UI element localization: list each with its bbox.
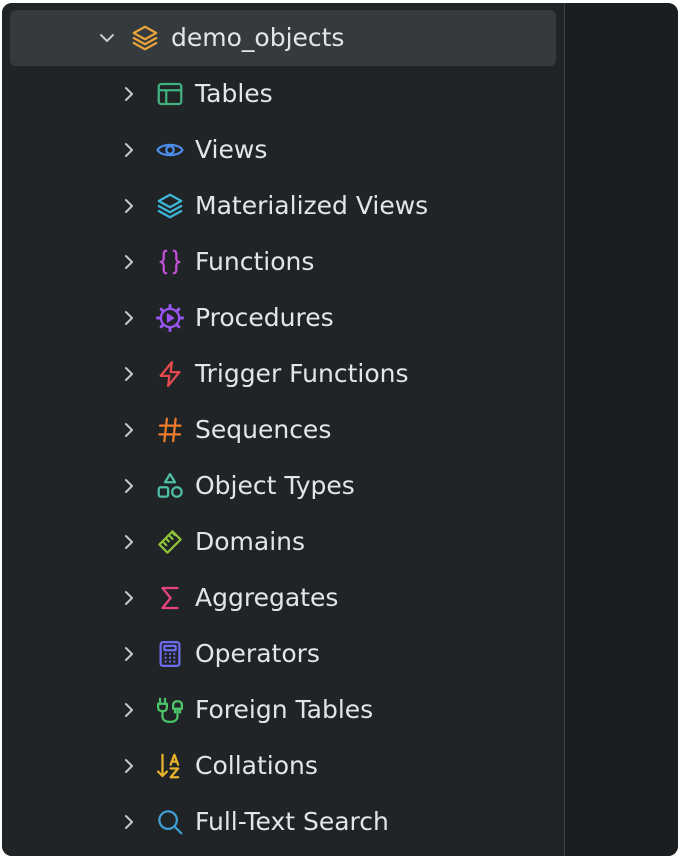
content-pane: [565, 3, 678, 856]
table-icon: [157, 82, 183, 106]
eye-icon: [156, 143, 184, 157]
tree-node-label: Functions: [195, 247, 315, 276]
braces-icon: [159, 249, 181, 275]
sort-az-icon: [157, 753, 180, 779]
chevron-right-icon[interactable]: [120, 477, 138, 495]
chevron-right-icon[interactable]: [120, 645, 138, 663]
tree-node-label: Operators: [195, 639, 320, 668]
tree-node-label: Foreign Tables: [195, 695, 374, 724]
chevron-down-icon[interactable]: [98, 29, 116, 47]
chevron-right-icon[interactable]: [120, 589, 138, 607]
tree-node-procedures[interactable]: Procedures: [2, 290, 558, 346]
calculator-icon: [159, 641, 181, 667]
tree-node-label: Procedures: [195, 303, 334, 332]
sigma-icon: [161, 586, 179, 610]
ruler-icon: [158, 530, 182, 554]
tree-node-aggregates[interactable]: Aggregates: [2, 570, 558, 626]
plug-icon: [157, 697, 183, 723]
tree-node-trigger-functions[interactable]: Trigger Functions: [2, 346, 558, 402]
chevron-right-icon[interactable]: [120, 197, 138, 215]
chevron-right-icon[interactable]: [120, 701, 138, 719]
search-icon: [158, 810, 183, 835]
chevron-right-icon[interactable]: [120, 421, 138, 439]
tree-node-label: Object Types: [195, 471, 355, 500]
tree-node-label: Aggregates: [195, 583, 339, 612]
tree-node-label: Sequences: [195, 415, 332, 444]
chevron-right-icon[interactable]: [120, 813, 138, 831]
chevron-right-icon[interactable]: [120, 141, 138, 159]
tree-node-label: Views: [195, 135, 268, 164]
tree-node-functions[interactable]: Functions: [2, 234, 558, 290]
tree-node-demo-objects[interactable]: demo_objects: [10, 10, 556, 66]
chevron-right-icon[interactable]: [120, 365, 138, 383]
tree-node-label: Domains: [195, 527, 306, 556]
chevron-right-icon[interactable]: [120, 757, 138, 775]
stack-icon: [157, 193, 183, 219]
tree-node-views[interactable]: Views: [2, 122, 558, 178]
chevron-right-icon[interactable]: [120, 253, 138, 271]
tree-node-label: Collations: [195, 751, 318, 780]
hash-icon: [158, 417, 182, 443]
chevron-right-icon[interactable]: [120, 85, 138, 103]
chevron-right-icon[interactable]: [120, 309, 138, 327]
tree-node-operators[interactable]: Operators: [2, 626, 558, 682]
tree-node-label: Full-Text Search: [195, 807, 389, 836]
gear-play-icon: [156, 304, 184, 332]
tree-node-sequences[interactable]: Sequences: [2, 402, 558, 458]
tree-node-label: Tables: [195, 79, 273, 108]
tree-node-label: demo_objects: [171, 23, 345, 52]
tree-panel: demo_objects Tables Views Materialized Vie…: [2, 3, 564, 856]
object-explorer-window: demo_objects Tables Views Materialized Vie…: [2, 3, 678, 856]
layers-icon: [132, 25, 158, 51]
shapes-icon: [157, 473, 183, 498]
tree-node-domains[interactable]: Domains: [2, 514, 558, 570]
lightning-icon: [159, 361, 181, 387]
tree-node-materialized-views[interactable]: Materialized Views: [2, 178, 558, 234]
tree-node-label: Trigger Functions: [195, 359, 409, 388]
tree-node-label: Materialized Views: [195, 191, 429, 220]
tree-node-tables[interactable]: Tables: [2, 66, 558, 122]
chevron-right-icon[interactable]: [120, 533, 138, 551]
tree-node-foreign-tables[interactable]: Foreign Tables: [2, 682, 558, 738]
tree-node-collations[interactable]: Collations: [2, 738, 558, 794]
tree-node-object-types[interactable]: Object Types: [2, 458, 558, 514]
tree-node-full-text-search[interactable]: Full-Text Search: [2, 794, 558, 850]
